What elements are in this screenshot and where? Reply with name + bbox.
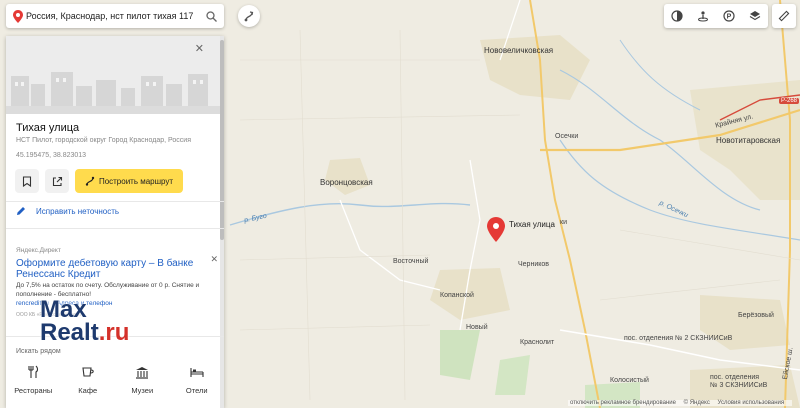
ruler-icon[interactable] bbox=[772, 4, 796, 28]
panorama-icon[interactable] bbox=[694, 7, 712, 25]
close-icon[interactable]: ✕ bbox=[195, 42, 204, 55]
bed-icon bbox=[189, 364, 205, 380]
search-icon[interactable] bbox=[202, 10, 220, 22]
location-pin-icon bbox=[10, 9, 26, 23]
category-label: Рестораны bbox=[14, 386, 53, 395]
bookmark-icon bbox=[22, 175, 32, 187]
category-label: Музеи bbox=[131, 386, 154, 395]
ad-title[interactable]: Оформите дебетовую карту – В банке Ренес… bbox=[16, 258, 196, 280]
route-icon bbox=[244, 11, 254, 22]
yandex-copyright: © Яндекс bbox=[683, 400, 710, 406]
search-nearby-label: Искать рядом bbox=[16, 348, 61, 355]
ad-source: Яндекс.Директ bbox=[16, 247, 61, 254]
map-label: Новый bbox=[466, 324, 488, 331]
museum-icon bbox=[134, 364, 150, 380]
place-address: НСТ Пилот, городской округ Город Краснод… bbox=[16, 137, 191, 144]
category-hotels[interactable]: Отели bbox=[172, 364, 222, 395]
share-icon bbox=[52, 176, 62, 186]
branding-link[interactable]: отключить рекламное брендирование bbox=[570, 400, 676, 406]
terms-link[interactable]: Условия использования bbox=[718, 400, 785, 406]
coffee-cup-icon bbox=[80, 364, 96, 380]
map-label: ки bbox=[560, 219, 567, 226]
category-restaurants[interactable]: Рестораны bbox=[8, 364, 58, 395]
build-route-button[interactable]: Построить маршрут bbox=[75, 169, 183, 193]
category-label: Отели bbox=[185, 386, 208, 395]
bookmark-button[interactable] bbox=[15, 169, 39, 193]
search-input[interactable]: Россия, Краснодар, нст пилот тихая 117 bbox=[26, 11, 202, 21]
map-label: № 3 СКЗНИИСиВ bbox=[710, 382, 768, 389]
map-label: Воронцовская bbox=[320, 178, 373, 187]
fix-inaccuracy-label: Исправить неточность bbox=[36, 206, 120, 216]
place-coordinates[interactable]: 45.195475, 38.823013 bbox=[16, 152, 86, 159]
category-label: Кафе bbox=[78, 386, 98, 395]
map-label: Нововеличковская bbox=[484, 46, 554, 55]
road-badge: Р-268 bbox=[779, 98, 800, 104]
map-label: Краснолит bbox=[520, 339, 555, 346]
fork-knife-icon bbox=[25, 364, 41, 380]
map-toolbar: P bbox=[664, 4, 768, 28]
pin-label: Тихая улица bbox=[509, 220, 555, 229]
street-illustration bbox=[6, 36, 224, 114]
place-title: Тихая улица bbox=[16, 122, 80, 134]
map-label: Копанской bbox=[440, 292, 474, 299]
map-label: Осечки bbox=[555, 133, 579, 140]
layers-icon[interactable] bbox=[746, 7, 764, 25]
map-label: пос. отделения № 2 СКЗНИИСиВ bbox=[624, 335, 733, 342]
place-panel: ✕ Тихая улица НСТ Пилот, городской округ… bbox=[6, 36, 224, 408]
share-button[interactable] bbox=[45, 169, 69, 193]
search-bar[interactable]: Россия, Краснодар, нст пилот тихая 117 bbox=[6, 4, 224, 28]
map-copyright: отключить рекламное брендирование © Янде… bbox=[568, 400, 793, 406]
ad-close-icon[interactable]: ✕ bbox=[210, 254, 218, 265]
map-label: Берёзовый bbox=[738, 312, 774, 319]
category-cafe[interactable]: Кафе bbox=[63, 364, 113, 395]
fix-inaccuracy-link[interactable]: Исправить неточность bbox=[16, 206, 119, 216]
parking-icon[interactable]: P bbox=[720, 7, 738, 25]
svg-text:P: P bbox=[727, 14, 732, 21]
map-label: Новотитаровская bbox=[716, 136, 781, 145]
watermark-logo: Max Realt.ru bbox=[40, 296, 130, 346]
traffic-icon[interactable] bbox=[668, 7, 686, 25]
nearby-categories: Рестораны Кафе Музеи Отели bbox=[6, 364, 224, 395]
route-button[interactable] bbox=[238, 5, 260, 27]
map-label: Восточный bbox=[393, 258, 429, 265]
map-label: пос. отделения bbox=[710, 374, 760, 381]
pencil-icon bbox=[17, 207, 25, 215]
route-icon bbox=[85, 176, 95, 186]
scrollbar[interactable] bbox=[220, 36, 224, 408]
map-label: Черников bbox=[518, 261, 549, 268]
build-route-label: Построить маршрут bbox=[98, 176, 174, 186]
map-label: Колосистый bbox=[610, 377, 649, 384]
category-museums[interactable]: Музеи bbox=[117, 364, 167, 395]
